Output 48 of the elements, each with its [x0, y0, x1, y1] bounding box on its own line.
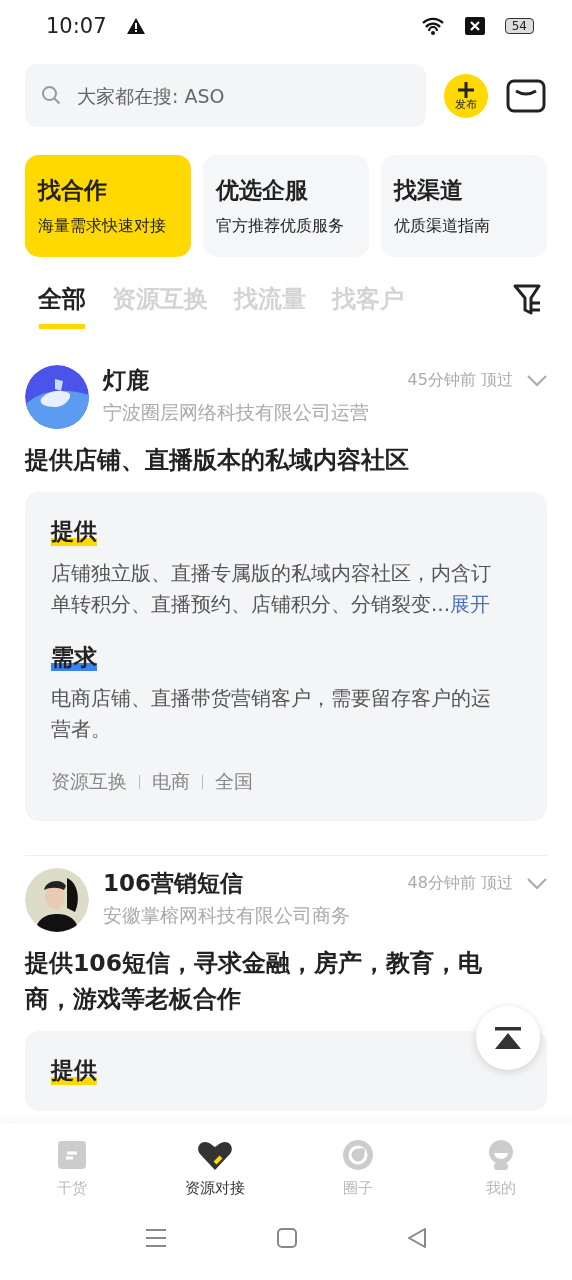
no-sim-icon	[464, 17, 485, 35]
section-text: 店铺独立版、直播专属版的私域内容社区，内含订单转积分、直播预约、店铺积分、分销裂变...展开	[51, 559, 492, 618]
company-name: 宁波圈层网络科技有限公司运营	[103, 400, 370, 425]
category-subtitle: 海量需求快速对接	[38, 216, 167, 237]
section-heading: 提供	[51, 518, 97, 546]
post-tag: 资源互换	[51, 769, 127, 796]
wifi-icon	[420, 17, 445, 35]
publish-button[interactable]: 发布	[444, 73, 488, 118]
post-tag: 电商	[152, 769, 190, 796]
battery-indicator: 54	[504, 18, 534, 34]
plus-icon	[457, 81, 475, 99]
back-to-top-button[interactable]	[476, 1006, 540, 1070]
category-title: 找渠道	[394, 176, 464, 205]
back-to-top-icon	[495, 1027, 521, 1049]
chevron-down-icon[interactable]	[527, 877, 547, 890]
filter-icon[interactable]	[512, 283, 542, 317]
category-title: 优选企服	[216, 176, 309, 205]
search-icon	[41, 85, 61, 105]
search-field[interactable]: 大家都在搜: ASO	[25, 64, 426, 127]
author-name: 106营销短信	[103, 869, 244, 899]
author-name: 灯鹿	[103, 366, 150, 395]
post-title: 提供106短信，寻求金融，房产，教育，电商，游戏等老板合作	[25, 948, 484, 1015]
company-name: 安徽掌榕网科技有限公司商务	[103, 903, 351, 929]
chevron-down-icon[interactable]	[527, 374, 547, 387]
circle-icon	[341, 1139, 374, 1171]
post-tag: 全国	[215, 769, 253, 796]
category-card[interactable]: 找渠道 优质渠道指南	[381, 155, 547, 257]
mail-icon[interactable]	[506, 78, 546, 113]
category-subtitle: 优质渠道指南	[394, 216, 491, 237]
section-text: 电商店铺、直播带货营销客户，需要留存客户的运营者。	[51, 685, 492, 744]
status-time: 10:07	[46, 14, 107, 38]
category-subtitle: 官方推荐优质服务	[216, 216, 345, 237]
post-time: 48分钟前 顶过	[407, 873, 513, 895]
post-time: 45分钟前 顶过	[407, 370, 513, 391]
heart-icon	[196, 1139, 233, 1171]
post-title: 提供店铺、直播版本的私域内容社区	[25, 445, 410, 476]
section-heading: 提供	[51, 1056, 97, 1085]
back-icon[interactable]	[407, 1228, 427, 1248]
category-card[interactable]: 找合作 海量需求快速对接	[25, 155, 191, 257]
document-icon	[55, 1139, 88, 1171]
expand-link[interactable]: 展开	[450, 591, 491, 616]
nav-tab[interactable]: 资源对接	[143, 1123, 286, 1218]
filter-tab[interactable]: 全部	[38, 283, 86, 329]
category-title: 找合作	[38, 176, 108, 205]
warning-icon	[126, 18, 145, 34]
menu-icon[interactable]	[145, 1228, 167, 1248]
home-icon[interactable]	[277, 1228, 297, 1248]
category-card[interactable]: 优选企服 官方推荐优质服务	[203, 155, 369, 257]
